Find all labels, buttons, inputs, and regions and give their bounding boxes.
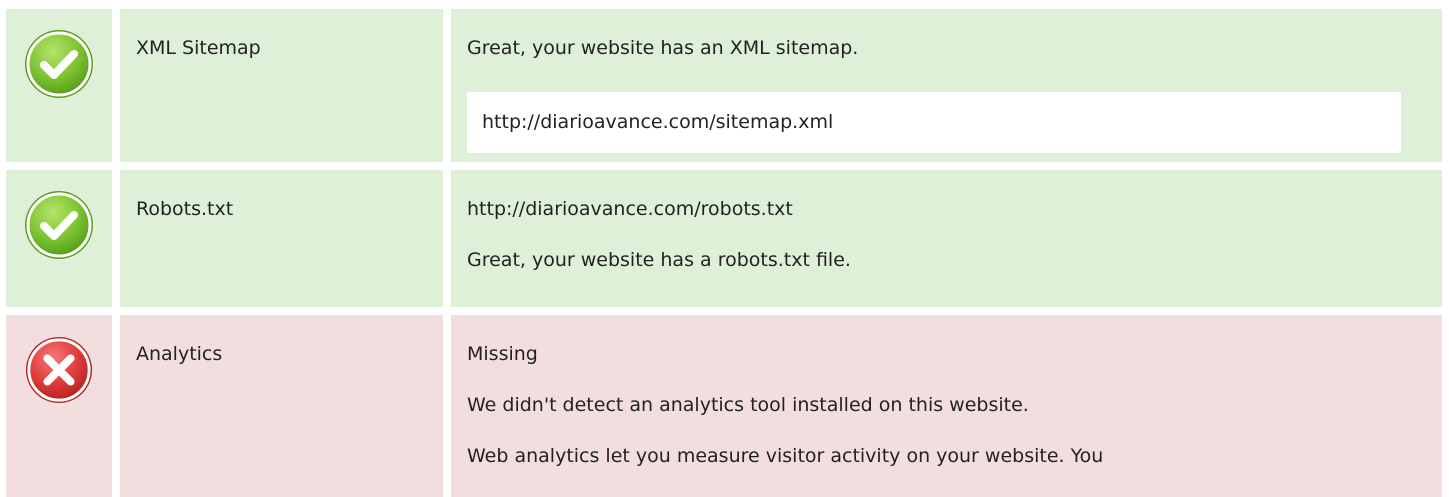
error-icon [25,336,93,404]
sitemap-url-box: http://diarioavance.com/sitemap.xml [467,92,1401,153]
check-status-text: Missing [467,343,538,365]
check-row-xml-sitemap: XML Sitemap Great, your website has an X… [6,9,1442,162]
check-icon [25,30,93,98]
status-cell [6,9,112,162]
check-label: Analytics [136,343,223,365]
check-message: Great, your website has an XML sitemap. [467,37,859,59]
check-row-analytics: Analytics Missing We didn't detect an an… [6,315,1442,497]
check-icon [25,191,93,259]
robots-url: http://diarioavance.com/robots.txt [467,198,793,220]
check-row-robots-txt: Robots.txt http://diarioavance.com/robot… [6,170,1442,307]
status-cell [6,315,112,497]
check-label-cell: XML Sitemap [120,9,443,162]
seo-checks-report: XML Sitemap Great, your website has an X… [0,0,1449,497]
check-content-cell: Missing We didn't detect an analytics to… [451,315,1442,497]
check-content-cell: http://diarioavance.com/robots.txt Great… [451,170,1442,307]
status-cell [6,170,112,307]
check-label-cell: Robots.txt [120,170,443,307]
check-label-cell: Analytics [120,315,443,497]
check-label: Robots.txt [136,198,234,220]
check-message: Great, your website has a robots.txt fil… [467,249,851,271]
check-content-cell: Great, your website has an XML sitemap. … [451,9,1442,162]
check-label: XML Sitemap [136,37,261,59]
check-message: We didn't detect an analytics tool insta… [467,394,1029,416]
check-advice: Web analytics let you measure visitor ac… [467,445,1104,467]
